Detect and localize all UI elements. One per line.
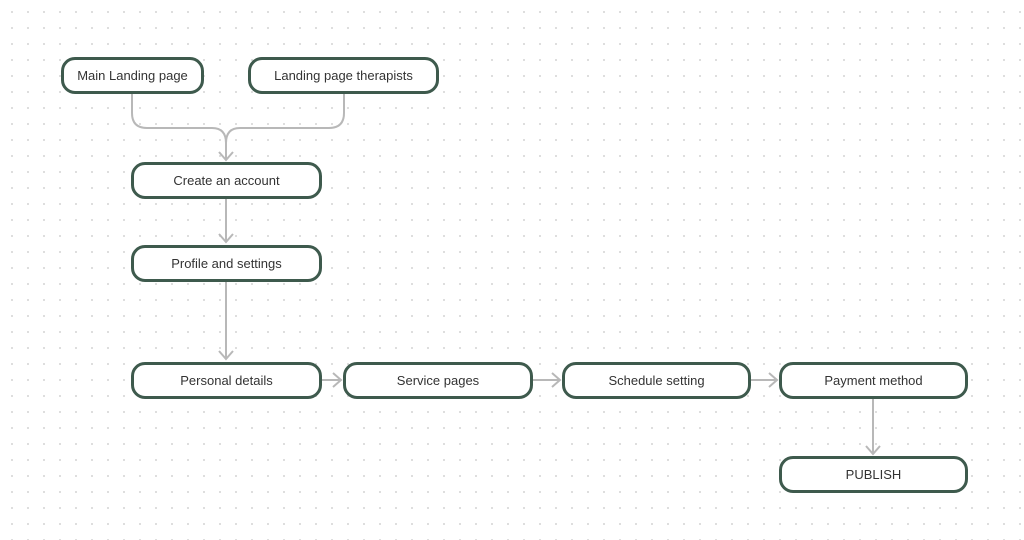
node-main-landing-page[interactable]: Main Landing page <box>61 57 204 94</box>
node-personal-details[interactable]: Personal details <box>131 362 322 399</box>
connector-therapists-to-create <box>225 93 345 144</box>
node-landing-page-therapists[interactable]: Landing page therapists <box>248 57 439 94</box>
node-schedule-setting[interactable]: Schedule setting <box>562 362 751 399</box>
node-payment-method[interactable]: Payment method <box>779 362 968 399</box>
connector-main-to-create <box>131 93 227 160</box>
node-publish[interactable]: PUBLISH <box>779 456 968 493</box>
node-profile-settings[interactable]: Profile and settings <box>131 245 322 282</box>
node-create-account[interactable]: Create an account <box>131 162 322 199</box>
node-service-pages[interactable]: Service pages <box>343 362 533 399</box>
